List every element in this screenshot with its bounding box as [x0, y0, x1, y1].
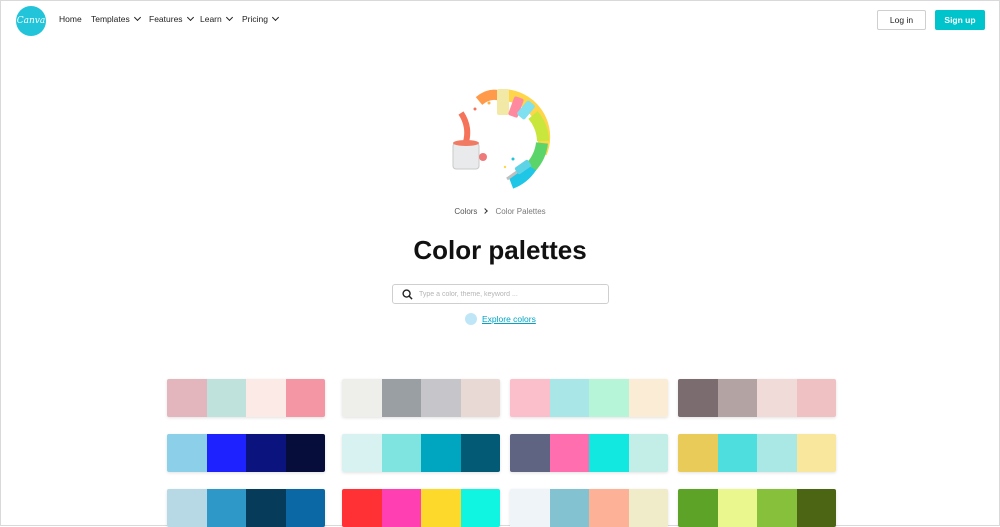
color-swatch[interactable] — [246, 434, 286, 472]
nav-learn[interactable]: Learn — [200, 13, 233, 24]
palette-card[interactable] — [342, 379, 500, 417]
palette-card[interactable] — [167, 434, 325, 472]
chevron-down-icon — [225, 13, 233, 22]
color-swatch[interactable] — [381, 489, 421, 527]
color-swatch[interactable] — [757, 434, 797, 472]
color-swatch[interactable] — [285, 379, 325, 417]
color-dot-icon — [465, 313, 477, 325]
color-swatch[interactable] — [167, 434, 207, 472]
nav-home[interactable]: Home — [59, 14, 82, 24]
color-swatch[interactable] — [549, 489, 589, 527]
color-swatch[interactable] — [510, 379, 550, 417]
nav-pricing[interactable]: Pricing — [242, 13, 280, 24]
color-swatch[interactable] — [796, 379, 836, 417]
color-swatch[interactable] — [285, 489, 325, 527]
palette-card[interactable] — [342, 434, 500, 472]
nav-pricing-label: Pricing — [242, 14, 268, 24]
color-swatch[interactable] — [342, 434, 382, 472]
color-swatch[interactable] — [628, 379, 668, 417]
login-button[interactable]: Log in — [877, 10, 926, 30]
canva-logo[interactable]: Canva — [16, 6, 46, 36]
color-swatch[interactable] — [167, 489, 207, 527]
explore-colors-link[interactable]: Explore colors — [465, 313, 536, 325]
color-swatch[interactable] — [549, 379, 589, 417]
nav-features-label: Features — [149, 14, 183, 24]
search-input[interactable] — [417, 289, 601, 299]
palette-card[interactable] — [167, 379, 325, 417]
color-swatch[interactable] — [206, 489, 246, 527]
color-swatch[interactable] — [206, 434, 246, 472]
color-swatch[interactable] — [757, 489, 797, 527]
palette-card[interactable] — [678, 434, 836, 472]
color-swatch[interactable] — [628, 434, 668, 472]
nav-templates[interactable]: Templates — [91, 13, 141, 24]
chevron-right-icon — [482, 208, 489, 214]
breadcrumb-current: Color Palettes — [495, 207, 546, 216]
color-swatch[interactable] — [421, 379, 461, 417]
logo-text: Canva — [16, 16, 46, 26]
breadcrumb: Colors Color Palettes — [1, 207, 999, 216]
color-swatch[interactable] — [717, 434, 757, 472]
color-swatch[interactable] — [381, 434, 421, 472]
nav-learn-label: Learn — [200, 14, 222, 24]
palette-card[interactable] — [510, 434, 668, 472]
color-swatch[interactable] — [246, 379, 286, 417]
color-swatch[interactable] — [678, 379, 718, 417]
explore-colors-label: Explore colors — [482, 314, 536, 324]
nav-features[interactable]: Features — [149, 13, 194, 24]
color-swatch[interactable] — [549, 434, 589, 472]
color-swatch[interactable] — [421, 489, 461, 527]
chevron-down-icon — [133, 13, 141, 22]
palette-card[interactable] — [510, 489, 668, 527]
search-icon — [399, 286, 415, 302]
color-swatch[interactable] — [285, 434, 325, 472]
color-swatch[interactable] — [589, 434, 629, 472]
nav-home-label: Home — [59, 14, 82, 24]
color-swatch[interactable] — [421, 434, 461, 472]
color-wheel-illustration — [452, 88, 551, 189]
nav-templates-label: Templates — [91, 14, 130, 24]
breadcrumb-colors-link[interactable]: Colors — [454, 207, 477, 216]
color-swatch[interactable] — [717, 379, 757, 417]
color-swatch[interactable] — [460, 434, 500, 472]
search-box — [392, 284, 609, 304]
color-swatch[interactable] — [717, 489, 757, 527]
palette-card[interactable] — [342, 489, 500, 527]
chevron-down-icon — [186, 13, 194, 22]
color-swatch[interactable] — [628, 489, 668, 527]
page-title: Color palettes — [413, 235, 587, 265]
color-swatch[interactable] — [678, 434, 718, 472]
color-swatch[interactable] — [381, 379, 421, 417]
color-swatch[interactable] — [678, 489, 718, 527]
palette-card[interactable] — [167, 489, 325, 527]
color-swatch[interactable] — [757, 379, 797, 417]
color-swatch[interactable] — [206, 379, 246, 417]
color-swatch[interactable] — [342, 489, 382, 527]
signup-button[interactable]: Sign up — [935, 10, 985, 30]
color-swatch[interactable] — [796, 489, 836, 527]
color-swatch[interactable] — [510, 434, 550, 472]
top-nav: Canva Home Templates Features Learn Pric… — [1, 1, 999, 39]
color-swatch[interactable] — [342, 379, 382, 417]
color-swatch[interactable] — [167, 379, 207, 417]
palette-card[interactable] — [678, 489, 836, 527]
color-swatch[interactable] — [460, 379, 500, 417]
palette-card[interactable] — [510, 379, 668, 417]
color-swatch[interactable] — [510, 489, 550, 527]
chevron-down-icon — [271, 13, 280, 22]
palette-card[interactable] — [678, 379, 836, 417]
color-swatch[interactable] — [589, 379, 629, 417]
color-swatch[interactable] — [460, 489, 500, 527]
color-swatch[interactable] — [589, 489, 629, 527]
color-swatch[interactable] — [246, 489, 286, 527]
color-swatch[interactable] — [796, 434, 836, 472]
